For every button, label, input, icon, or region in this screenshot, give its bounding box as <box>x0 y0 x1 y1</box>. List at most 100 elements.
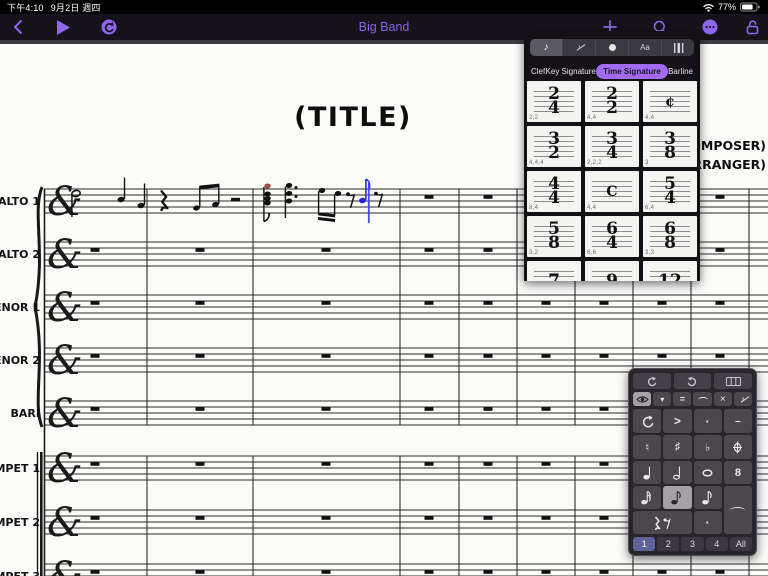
treble-clef-icon <box>47 285 83 331</box>
tab-notes[interactable]: ♪ <box>530 39 563 56</box>
grouping-label: 6,4 <box>645 205 655 211</box>
natural-button[interactable]: ♮ <box>633 435 662 459</box>
undo-icon <box>648 376 657 386</box>
tab-text[interactable]: Aa <box>629 39 662 56</box>
more-options-icon[interactable] <box>701 14 719 40</box>
battery-percent: 77% <box>717 2 736 12</box>
eighth-note-button[interactable] <box>663 486 692 509</box>
ts-option-9[interactable]: 9 <box>585 261 639 281</box>
slur-icon <box>697 396 708 402</box>
sixteenth-note-icon <box>641 490 651 505</box>
ts-option-3-4[interactable]: 34 2,2,2 <box>585 126 639 167</box>
keypad-toggle-row: ▾ = × ♪ <box>633 392 752 406</box>
ts-option-5-8[interactable]: 58 3,2 <box>527 216 581 257</box>
staff-label: BARI <box>11 407 40 420</box>
staff-label: TRUMPET 3 <box>0 570 40 576</box>
popover-categories: Clef Key Signature Time Signature Barlin… <box>524 60 700 82</box>
coda-icon <box>733 441 743 453</box>
undo-button[interactable] <box>633 373 671 389</box>
grouping-label: 2,2 <box>529 115 539 121</box>
clock: 下午4:10 <box>7 2 44 13</box>
ts-option-4-4[interactable]: 44 8,4 <box>527 171 581 212</box>
treble-clef-icon <box>47 232 83 278</box>
voice-4-button[interactable]: 4 <box>705 537 728 551</box>
piano-keyboard-button[interactable] <box>714 373 752 389</box>
rests-icon <box>654 516 671 530</box>
ts-option-6-8[interactable]: 68 3,3 <box>643 216 697 257</box>
ts-option-5-4[interactable]: 54 6,4 <box>643 171 697 212</box>
rest-button[interactable] <box>633 511 692 534</box>
ts-option-7[interactable]: 7 <box>527 261 581 281</box>
staff-label: TRUMPET 1 <box>0 462 40 475</box>
voice-2-button[interactable]: 2 <box>657 537 680 551</box>
tie-button[interactable] <box>723 486 752 534</box>
eighth-note-icon <box>701 490 712 505</box>
eighth-note-alt-button[interactable] <box>693 486 722 509</box>
voice-1-button[interactable]: 1 <box>633 537 656 551</box>
redo-button[interactable] <box>673 373 712 389</box>
staff-label: ALTO 1 <box>0 195 40 208</box>
staff-label: TRUMPET 2 <box>0 516 40 529</box>
coda-button[interactable] <box>723 435 752 459</box>
flat-button[interactable]: ♭ <box>693 435 722 459</box>
stem-direction-button[interactable]: ▾ <box>653 392 672 406</box>
visibility-button[interactable] <box>633 392 652 406</box>
category-barline[interactable]: Barline <box>668 67 693 76</box>
category-clef[interactable]: Clef <box>531 67 545 76</box>
ts-option-12[interactable]: 12 <box>643 261 697 281</box>
voice-all-button[interactable]: All <box>729 537 752 551</box>
ts-option-2-2[interactable]: 22 4,4 <box>585 81 639 122</box>
ts-option-3-8[interactable]: 38 3 <box>643 126 697 167</box>
voice-note-red[interactable] <box>264 183 271 189</box>
status-left: 下午4:10 9月2日 週四 <box>7 1 101 14</box>
triangle-down-icon: ▾ <box>660 394 665 404</box>
ts-option-2-4[interactable]: 24 2,2 <box>527 81 581 122</box>
augmentation-dot-button[interactable]: · <box>693 511 722 534</box>
accent-button[interactable]: > <box>663 409 692 433</box>
half-note-button[interactable] <box>663 461 692 484</box>
whole-note-button[interactable] <box>693 461 722 484</box>
tab-barlines[interactable] <box>662 39 694 56</box>
date: 9月2日 週四 <box>50 2 101 13</box>
grace-note-icon: ♪ <box>576 42 582 52</box>
barlines-icon <box>673 42 683 53</box>
battery-icon <box>740 2 760 12</box>
beam-button[interactable]: = <box>673 392 692 406</box>
tab-noteheads[interactable] <box>596 39 629 56</box>
tie-icon <box>730 506 746 514</box>
octave-label: 8 <box>734 466 741 479</box>
quarter-note-icon <box>642 466 650 480</box>
tenuto-button[interactable]: – <box>723 409 752 433</box>
flip-button[interactable] <box>633 409 662 433</box>
ts-option-common-time[interactable]: C 4,4 <box>585 171 639 212</box>
ts-option-3-2[interactable]: 32 4,4,4 <box>527 126 581 167</box>
keypad-main-grid: > · – ♮ ♯ ♭ 8 · <box>633 409 752 534</box>
category-time-signature[interactable]: Time Signature <box>596 63 668 79</box>
whole-note-icon <box>608 44 616 51</box>
sharp-icon: ♯ <box>674 441 681 453</box>
grace-note-button[interactable]: ♪ <box>733 392 752 406</box>
category-key-signature[interactable]: Key Signature <box>546 67 596 76</box>
grouping-label: 6,6 <box>587 250 597 256</box>
staff-label: TENOR 2 <box>0 354 40 367</box>
whole-note-icon <box>702 468 713 477</box>
slur-button[interactable] <box>693 392 712 406</box>
text-tab-label: Aa <box>640 43 650 52</box>
time-signature-grid: 24 2,2 22 4,4 ¢ 4,4 32 4,4,4 34 2,2,2 38… <box>527 81 697 281</box>
voice-3-button[interactable]: 3 <box>681 537 704 551</box>
cross-notehead-button[interactable]: × <box>713 392 732 406</box>
ts-option-cut-time[interactable]: ¢ 4,4 <box>643 81 697 122</box>
sharp-button[interactable]: ♯ <box>663 435 692 459</box>
sixteenth-note-button[interactable] <box>633 486 662 509</box>
staccato-button[interactable]: · <box>693 409 722 433</box>
alto1-notes[interactable] <box>71 177 384 224</box>
keypad-top-row <box>633 373 752 389</box>
unlock-icon[interactable] <box>744 14 760 40</box>
half-note-icon <box>672 466 680 480</box>
quarter-note-button[interactable] <box>633 461 662 484</box>
tab-ornaments[interactable]: ♪ <box>563 39 596 56</box>
treble-clef-icon <box>47 500 83 546</box>
composer-line: OMPOSER) <box>690 138 766 153</box>
octave-button[interactable]: 8 <box>723 461 752 484</box>
ts-option-6-4[interactable]: 64 6,6 <box>585 216 639 257</box>
